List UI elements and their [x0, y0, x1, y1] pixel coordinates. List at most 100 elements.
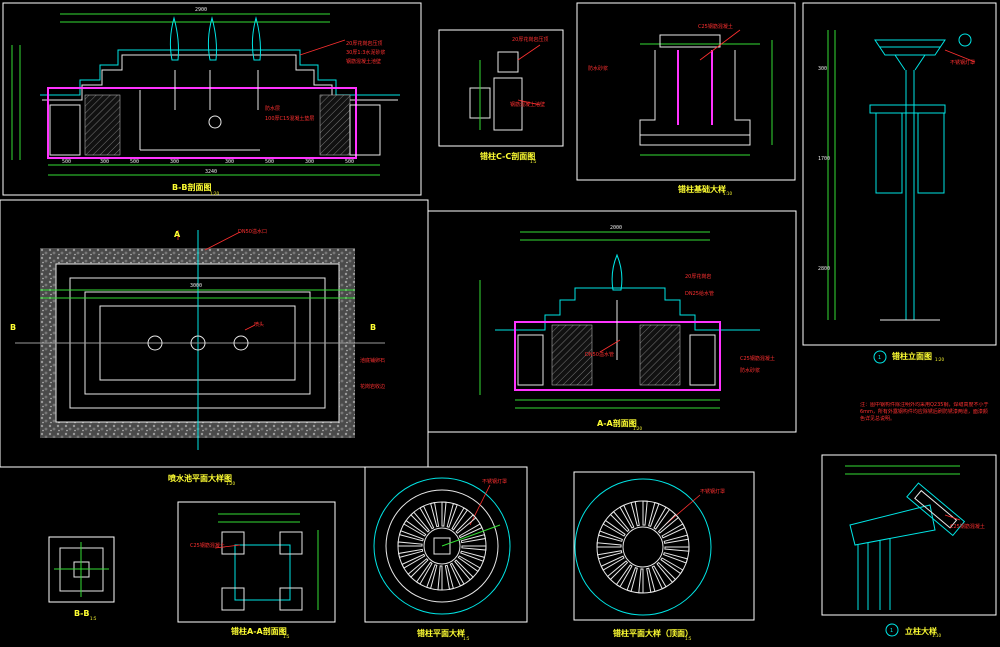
panel-small-b: B-B 1:5: [48, 536, 115, 621]
footing-note-1: C25钢筋混凝土: [698, 23, 733, 30]
b-note-3: 钢筋混凝土池壁: [346, 58, 381, 65]
pool-note-3: 池底铺卵石: [360, 357, 385, 364]
louvre-slat: [454, 559, 474, 581]
lamp-dim-3: 2800: [818, 266, 830, 272]
pool-note-4: 花岗岩收边: [360, 383, 385, 390]
louvre-slat: [597, 550, 623, 560]
louvre-slat: [619, 504, 635, 529]
a-note-3: DN25给水管: [685, 290, 714, 297]
c-note-1: 20厚花岗岩压顶: [512, 36, 548, 43]
louvre-slat: [426, 564, 438, 590]
general-note-text: 注：图中钢构件除注明外均采用Q235钢，焊缝高度不小于6mm，所有外露钢构件均应…: [860, 402, 989, 422]
c-section-scale: 1:5: [530, 159, 537, 164]
panel-lamp-top: 不锈钢灯罩 错柱平面大样 1:5: [364, 466, 528, 641]
panel-lamp-aa: C25钢筋混凝土 错柱A-A剖面图 1:5: [177, 501, 336, 639]
pool-section-mark-b: B: [10, 323, 16, 332]
b-top-dim: 2900: [195, 7, 207, 13]
a-note-1: DN50溢水管: [585, 351, 614, 358]
lamp-aa-scale: 1:5: [283, 634, 290, 639]
louvre-slat: [600, 555, 625, 571]
panel-c-section: 20厚花岗岩压顶 钢筋混凝土池壁 错柱C-C剖面图 1:5: [438, 29, 564, 164]
louvre-slat: [460, 550, 486, 562]
lamp-dim-1: 300: [818, 66, 827, 72]
pool-note-2: 喷头: [254, 321, 264, 328]
louvre-slat: [656, 561, 677, 584]
lamp-dim-2: 1700: [818, 156, 830, 162]
louvre-slat: [449, 562, 465, 587]
b-dim-8: 500: [345, 159, 354, 165]
post-note: C25钢筋混凝土: [950, 523, 985, 530]
louvre-slat: [642, 500, 648, 526]
cad-drawing-sheet: 2900 500 300 500 300 300 500 300 500 324…: [0, 2, 997, 641]
lamp-elev-title: 错柱立面图: [892, 351, 932, 361]
b-section-scale: 1:20: [210, 191, 219, 196]
louvre-slat: [461, 545, 487, 551]
louvre-slat: [407, 558, 429, 578]
lamp-top2-title: 错柱平面大样（顶面）: [613, 628, 693, 638]
a-section-title: A-A剖面图: [597, 418, 637, 428]
louvre-slat: [663, 534, 689, 544]
lamp-aa-note: C25钢筋混凝土: [190, 542, 225, 549]
lamp-top-scale: 1:5: [463, 636, 470, 641]
lamp-top-title: 错柱平面大样: [417, 628, 465, 638]
louvre-slat: [419, 505, 435, 530]
small-b-scale: 1:5: [90, 616, 97, 621]
lamp-top2-note: 不锈钢灯罩: [700, 488, 725, 495]
b-dim-4: 300: [170, 159, 179, 165]
b-dim-7: 300: [305, 159, 314, 165]
c-note-2: 钢筋混凝土池壁: [510, 101, 545, 108]
b-section-title: B-B剖面图: [172, 182, 212, 192]
louvre-slat: [455, 514, 477, 534]
lamp-note: 不锈钢灯罩: [950, 59, 975, 66]
lamp-top2-scale: 1:5: [685, 636, 692, 641]
louvre-slat: [664, 546, 690, 552]
post-circle-num: 1: [890, 628, 893, 634]
b-dim-3: 500: [130, 159, 139, 165]
b-note-1: 20厚花岗岩压顶: [346, 40, 382, 47]
small-b-title: B-B: [74, 609, 90, 618]
a-note-5: 防水砂浆: [740, 367, 760, 374]
general-note: 注：图中钢构件除注明外均采用Q235钢，焊缝高度不小于6mm，所有外露钢构件均应…: [860, 402, 989, 422]
panel-lamp-top-2: 不锈钢灯罩 错柱平面大样（顶面） 1:5: [573, 471, 755, 641]
louvre-slat: [606, 560, 629, 581]
panel-post-detail: C25钢筋混凝土 1 立柱大样 1:10: [821, 454, 997, 638]
pool-top-dim: 3000: [190, 283, 202, 289]
panel-b-section: 2900 500 300 500 300 300 500 300 500 324…: [2, 2, 422, 196]
lamp-elev-scale: 1:20: [935, 357, 944, 362]
pool-note-1: DN50溢水口: [238, 228, 267, 235]
a-note-4: C25钢筋混凝土: [740, 355, 775, 362]
louvre-slat: [446, 502, 458, 528]
louvre-slat: [646, 567, 656, 593]
pool-plan-scale: 1:20: [226, 481, 235, 486]
pool-plan-title: 喷水池平面大样图: [168, 473, 232, 483]
louvre-slat: [596, 542, 622, 548]
a-section-scale: 1:20: [633, 426, 642, 431]
louvre-slat: [657, 513, 680, 534]
louvre-slat: [397, 541, 423, 547]
a-top-dim: 2000: [610, 225, 622, 231]
c-section-title: 错柱C-C剖面图: [480, 151, 535, 161]
b-note-2: 30厚1:3水泥砂浆: [346, 49, 385, 56]
louvre-slat: [638, 568, 644, 594]
b-dim-2: 300: [100, 159, 109, 165]
b-dim-1: 500: [62, 159, 71, 165]
post-detail-scale: 1:10: [932, 633, 941, 638]
louvre-slat: [398, 530, 424, 542]
lamp-elev-circle-num: 1: [878, 355, 881, 361]
louvre-slat: [661, 523, 686, 539]
footing-scale: 1:10: [723, 191, 732, 196]
pool-section-mark-b2: B: [370, 323, 376, 332]
footing-title: 错柱基础大样: [678, 184, 726, 194]
b-dim-5: 300: [225, 159, 234, 165]
panel-lamp-elevation: 300 1700 2800 不锈钢灯罩 1 错柱立面图 1:20: [802, 2, 997, 364]
b-note-4: 防水层: [265, 105, 280, 112]
louvre-slat: [651, 565, 667, 590]
lamp-aa-title: 错柱A-A剖面图: [231, 626, 287, 636]
panel-footing: C25钢筋混凝土 防水砂浆 错柱基础大样 1:10: [576, 2, 796, 196]
panel-a-section: 2000 DN50溢水管 20厚花岗岩 DN25给水管 C25钢筋混凝土 防水砂…: [427, 210, 797, 433]
pool-section-mark-a: A: [174, 230, 181, 239]
louvre-slat: [609, 510, 630, 533]
b-total-dim: 3240: [205, 169, 217, 175]
panel-pool-plan: 3000 A B B DN50溢水口 喷头 池底铺卵石 花岗岩收边 喷水池平面大…: [0, 199, 429, 486]
louvre-slat: [410, 511, 430, 533]
